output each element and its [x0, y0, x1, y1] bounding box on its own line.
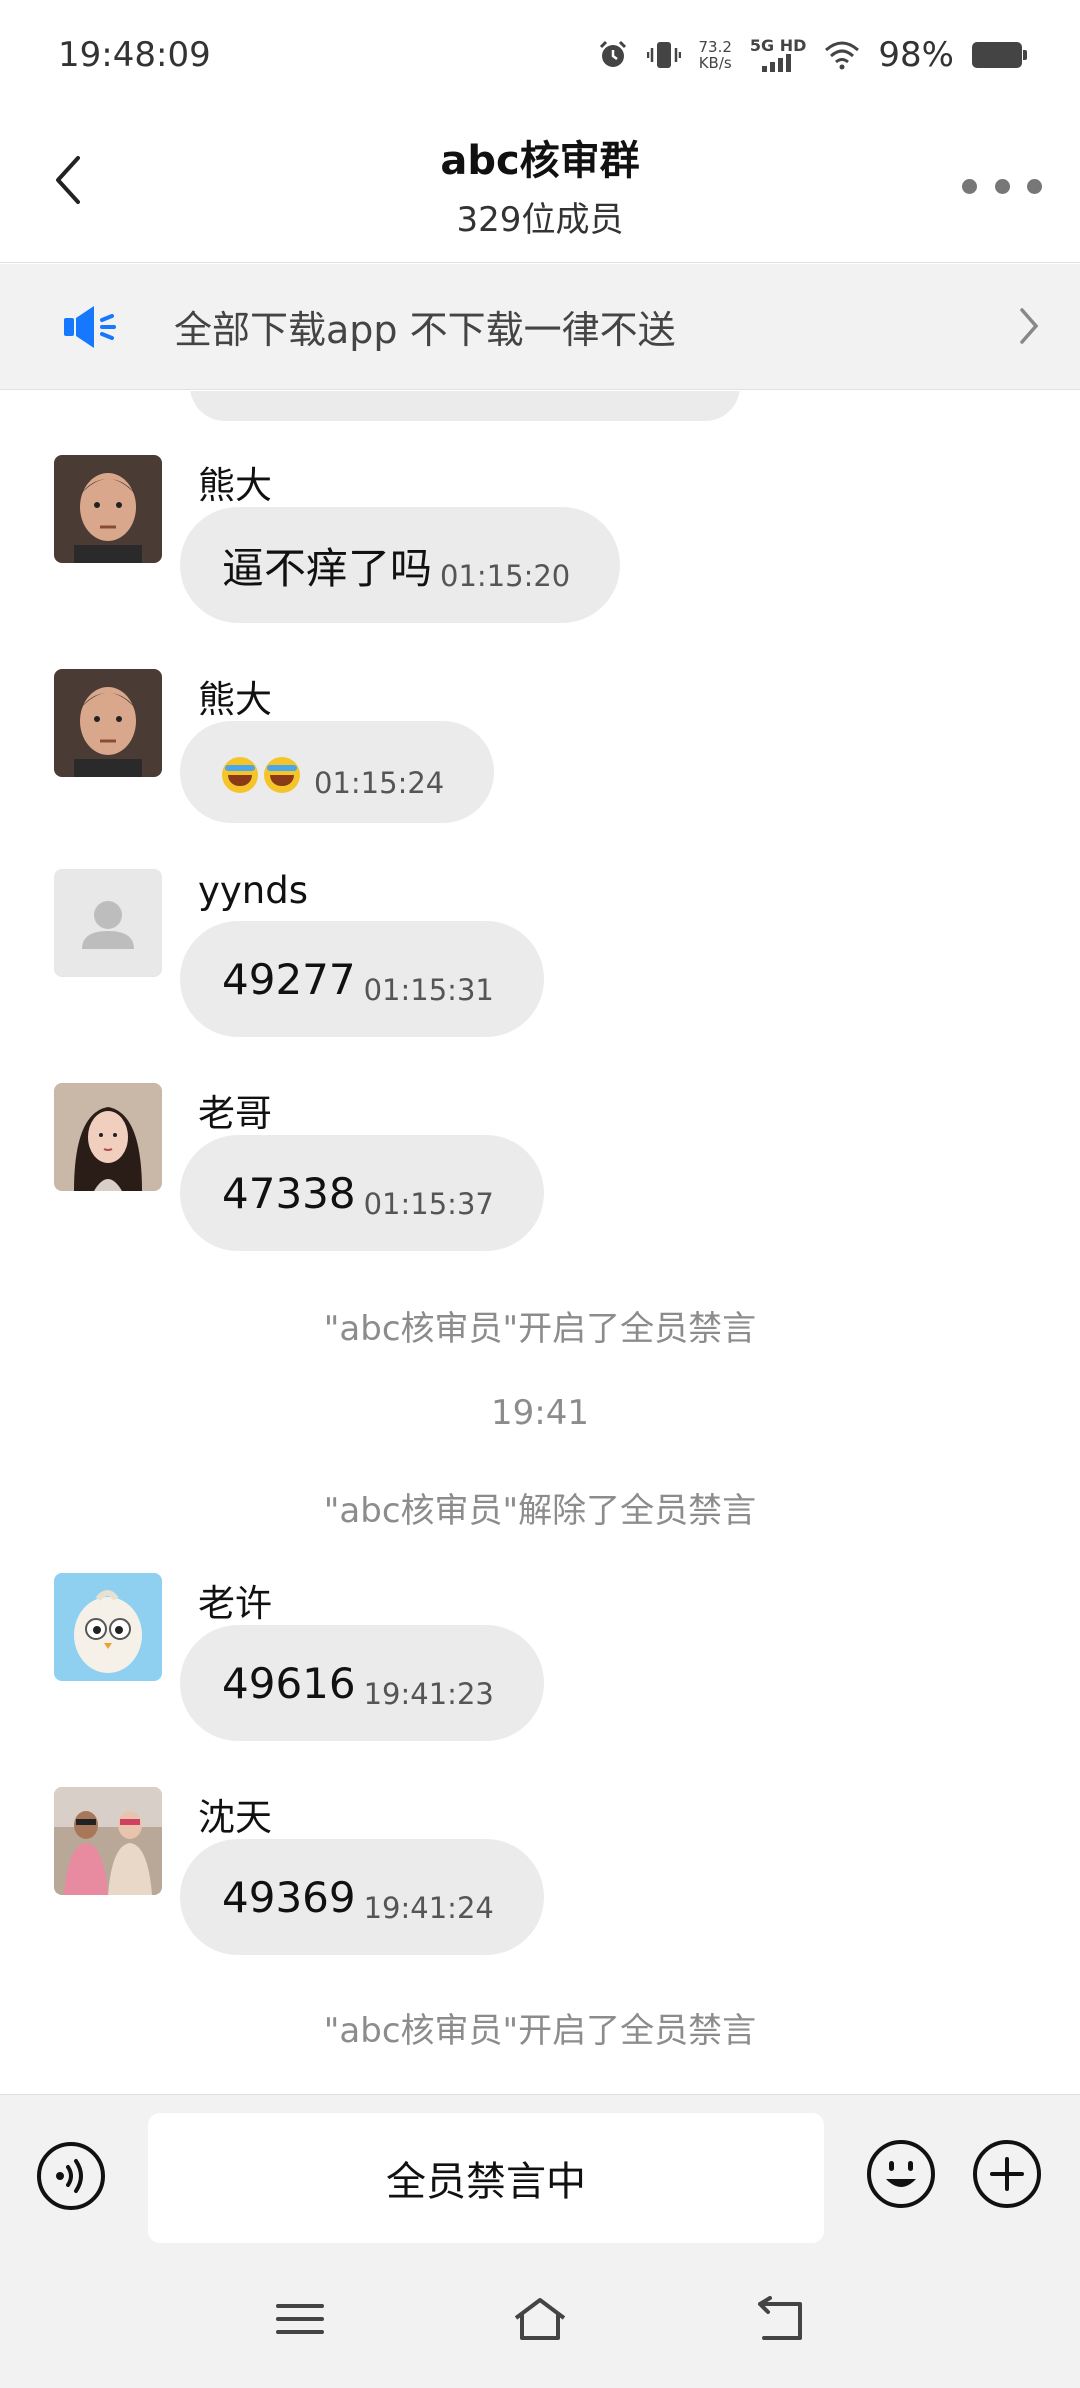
message-time: 01:15:31 [363, 973, 494, 1007]
network-label: 5G HD [749, 36, 807, 55]
sender-name: yynds [198, 869, 309, 912]
plus-icon [973, 2140, 1041, 2208]
net-speed-value: 73.2 [698, 38, 732, 56]
system-nav-bar [0, 2254, 1080, 2388]
message-text: 49277 [222, 954, 356, 1004]
laughing-emoji-icon [264, 757, 300, 793]
message-time: 19:41:24 [363, 1891, 494, 1925]
system-message: "abc核审员"开启了全员禁言 [323, 1309, 757, 1349]
avatar[interactable] [54, 1573, 162, 1681]
message-bubble[interactable]: 49616 19:41:23 [180, 1625, 544, 1741]
net-speed-unit: KB/s [698, 54, 732, 72]
message-time: 19:41:23 [363, 1677, 494, 1711]
system-message: "abc核审员"开启了全员禁言 [323, 2011, 757, 2051]
title-block: abc核审群 329位成员 [0, 128, 1080, 241]
timestamp-divider: 19:41 [491, 1393, 589, 1433]
sender-name: 沈天 [198, 1796, 272, 1839]
menu-button[interactable] [270, 2294, 330, 2344]
signal-icon [762, 54, 792, 72]
message-text: 47338 [222, 1168, 356, 1218]
system-message: "abc核审员"解除了全员禁言 [323, 1491, 757, 1531]
battery-icon [972, 42, 1027, 68]
back-arrow-icon [758, 2296, 802, 2340]
smiley-icon [867, 2140, 935, 2208]
avatar[interactable] [54, 455, 162, 563]
muted-input-field: 全员禁言中 [148, 2113, 824, 2243]
status-bar: 19:48:09 73.2 KB/s 5G HD 98% [0, 0, 1080, 110]
more-dot-icon [1027, 178, 1042, 194]
message-text: 逼不痒了吗 [222, 543, 433, 593]
more-dot-icon [962, 178, 977, 194]
home-button[interactable] [510, 2294, 570, 2344]
status-time: 19:48:09 [58, 35, 211, 75]
message-bubble-partial [190, 391, 740, 421]
announcement-banner[interactable]: 全部下载app 不下载一律不送 [0, 264, 1080, 390]
input-bar: 全员禁言中 [0, 2094, 1080, 2255]
more-dot-icon [994, 178, 1010, 194]
net-speed: 73.2 KB/s [699, 39, 732, 71]
chat-header: abc核审群 329位成员 [0, 110, 1080, 263]
wifi-icon [825, 41, 860, 70]
member-count: 329位成员 [456, 200, 624, 240]
menu-icon [276, 2304, 324, 2334]
message-bubble[interactable]: 49277 01:15:31 [180, 921, 544, 1037]
message-time: 01:15:24 [314, 766, 445, 800]
message-bubble[interactable]: 47338 01:15:37 [180, 1135, 544, 1251]
emoji-button[interactable] [866, 2139, 936, 2209]
battery-percent: 98% [878, 35, 954, 75]
sender-name: 熊大 [198, 678, 272, 721]
back-nav-button[interactable] [750, 2294, 810, 2344]
voice-icon [37, 2142, 105, 2210]
message-bubble[interactable]: 逼不痒了吗 01:15:20 [180, 507, 621, 623]
more-actions-button[interactable] [972, 2139, 1042, 2209]
sender-name: 老许 [198, 1582, 272, 1625]
sender-name: 老哥 [198, 1092, 272, 1135]
more-options-button[interactable] [962, 168, 1042, 204]
message-text: 49616 [222, 1658, 356, 1708]
message-emoji [222, 748, 306, 797]
message-time: 01:15:37 [363, 1187, 494, 1221]
laughing-emoji-icon [222, 757, 258, 793]
user-placeholder-icon [82, 901, 134, 949]
chevron-right-icon [1020, 308, 1039, 344]
group-title: abc核审群 [440, 138, 640, 184]
status-icons: 73.2 KB/s 5G HD 98% [597, 35, 1027, 75]
home-icon [514, 2298, 566, 2340]
message-bubble[interactable]: 01:15:24 [180, 721, 495, 823]
message-text: 49369 [222, 1872, 356, 1922]
message-bubble[interactable]: 49369 19:41:24 [180, 1839, 544, 1955]
speaker-icon [64, 305, 116, 348]
avatar[interactable] [54, 669, 162, 777]
network-indicator: 5G HD [749, 36, 807, 72]
avatar[interactable] [54, 1787, 162, 1895]
alarm-icon [599, 40, 626, 67]
voice-button[interactable] [36, 2141, 106, 2211]
sender-name: 熊大 [198, 464, 272, 507]
message-list[interactable]: 熊大 逼不痒了吗 01:15:20 熊大 01:15:24 yynds 4927… [0, 391, 1080, 2094]
vibrate-icon [646, 42, 681, 68]
avatar-default[interactable] [54, 869, 162, 977]
announcement-text: 全部下载app 不下载一律不送 [174, 308, 676, 352]
avatar[interactable] [54, 1083, 162, 1191]
message-time: 01:15:20 [440, 559, 571, 593]
